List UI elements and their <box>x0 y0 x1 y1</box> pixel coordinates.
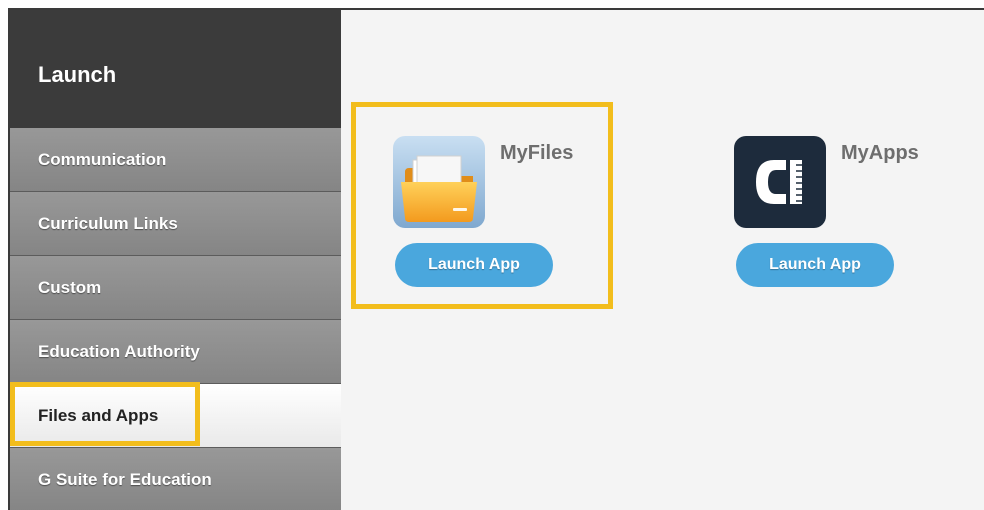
launch-app-button-myfiles[interactable]: Launch App <box>395 243 553 287</box>
sidebar-item-custom[interactable]: Custom <box>10 256 341 320</box>
sidebar-item-g-suite[interactable]: G Suite for Education <box>10 448 341 510</box>
app-grid: MyFiles Launch App MyApps Launch App <box>341 10 984 510</box>
myapps-logo-icon[interactable] <box>734 136 826 228</box>
sidebar-item-curriculum-links[interactable]: Curriculum Links <box>10 192 341 256</box>
app-name: MyFiles <box>500 142 574 164</box>
sidebar-item-label: Communication <box>38 149 167 169</box>
sidebar-item-communication[interactable]: Communication <box>10 128 341 192</box>
sidebar-item-label: Custom <box>38 277 102 297</box>
app-name: MyApps <box>841 142 919 164</box>
sidebar-item-label: Files and Apps <box>38 405 159 425</box>
sidebar-title: Launch <box>38 62 117 87</box>
sidebar: Launch Communication Curriculum Links Cu… <box>10 10 341 510</box>
app-card-myapps: MyApps Launch App <box>694 118 954 318</box>
app-card-myfiles: MyFiles Launch App <box>353 118 613 318</box>
launch-panel: Launch Communication Curriculum Links Cu… <box>8 8 984 510</box>
folder-icon[interactable] <box>393 136 485 228</box>
sidebar-header: Launch <box>10 10 341 128</box>
sidebar-item-label: Curriculum Links <box>38 213 178 233</box>
sidebar-item-education-authority[interactable]: Education Authority <box>10 320 341 384</box>
sidebar-item-files-and-apps[interactable]: Files and Apps <box>10 384 341 448</box>
launch-app-button-myapps[interactable]: Launch App <box>736 243 894 287</box>
sidebar-item-label: G Suite for Education <box>38 469 212 489</box>
sidebar-item-label: Education Authority <box>38 341 200 361</box>
